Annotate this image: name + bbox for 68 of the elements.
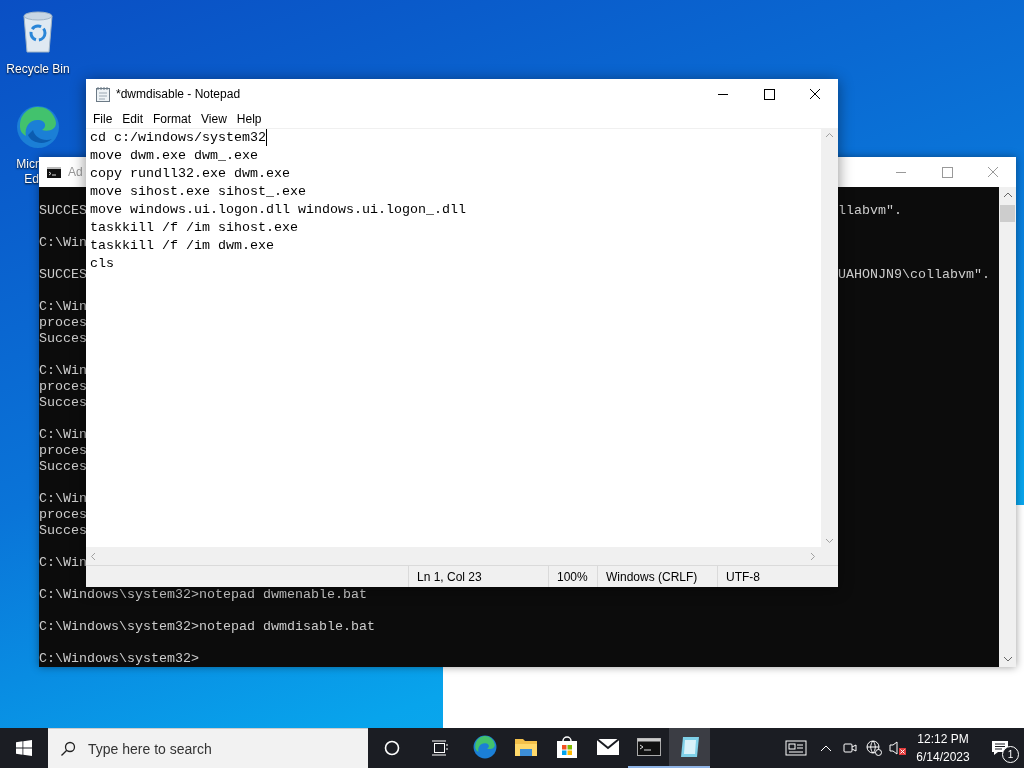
menu-item[interactable]: Edit [117,111,149,126]
code-line: move windows.ui.logon.dll windows.ui.logon_.dll [90,201,466,219]
globe-icon[interactable] [866,740,882,756]
speaker-muted-icon[interactable] [889,740,907,756]
news-icon[interactable] [785,740,807,756]
search-field[interactable]: Type here to search [48,728,368,768]
chevron-up-icon[interactable] [820,744,832,752]
code-line: cd c:/windows/system32 [90,129,266,147]
code-line: move dwm.exe dwm_.exe [90,147,258,165]
scroll-thumb[interactable] [1000,205,1015,222]
console-line: Succes [39,395,87,411]
status-text: UTF-8 [717,566,837,587]
window-title: *dwmdisable - Notepad [116,87,241,101]
console-line: SUCCES [39,267,87,283]
task-view-icon[interactable] [431,740,449,756]
browser-icon[interactable] [16,105,60,149]
console-line: C:\Win [39,235,87,251]
scrollbar[interactable] [999,187,1016,667]
console-line: UAHONJN9\collabvm". [838,267,990,283]
console-line: Succes [39,459,87,475]
notepad-icon [678,736,701,758]
console-line: C:\Windows\system32> [39,651,199,667]
menu-item[interactable]: View [196,111,232,126]
console-line: C:\Win [39,299,87,315]
console-line: proces [39,379,87,395]
envelope-icon [595,738,620,756]
console-line: C:\Win [39,555,87,571]
circle-icon[interactable] [384,740,400,756]
console-line: proces [39,443,87,459]
console-line: Succes [39,523,87,539]
folder-icon [513,737,538,757]
shopping-bag-icon [555,735,578,759]
camera-icon[interactable] [843,740,857,756]
taskbar-button[interactable] [669,728,710,768]
clock-time[interactable]: 12:12 PM [917,730,969,748]
console-line: Succes [39,331,87,347]
console-line: C:\Windows\system32>notepad dwmenable.bat [39,587,367,603]
console-line: C:\Win [39,427,87,443]
search-icon [60,740,76,757]
console-line: C:\Win [39,363,87,379]
terminal-icon [47,166,61,178]
menu-item[interactable]: Help [231,111,267,126]
console-line: llabvm". [838,203,902,219]
console-line: C:\Win [39,491,87,507]
icon-label: Micr [16,157,39,172]
clock-date[interactable]: 6/14/2023 [916,748,970,766]
status-text: Windows (CRLF) [597,566,717,587]
status-text: Ln 1, Col 23 [408,566,548,587]
code-line: taskkill /f /im dwm.exe [90,237,274,255]
code-line: cls [90,255,114,273]
notepad-icon [95,86,111,102]
window-title: Ad [68,165,83,179]
terminal-icon [636,738,661,756]
icon-label: Recycle Bin [6,62,70,77]
menu-item[interactable]: File [88,111,118,126]
console-line: C:\Windows\system32>notepad dwmdisable.bat [39,619,375,635]
icon-label: Ed [24,172,39,187]
code-line: move sihost.exe sihost_.exe [90,183,306,201]
start-button[interactable] [16,740,32,756]
console-line: SUCCES [39,203,87,219]
browser-icon [472,735,497,759]
console-line: proces [39,315,87,331]
console-line: proces [39,507,87,523]
menu-item[interactable]: Format [148,111,197,126]
code-line: copy rundll32.exe dwm.exe [90,165,290,183]
code-line: taskkill /f /im sihost.exe [90,219,298,237]
notification-badge: 1 [1002,746,1019,763]
status-text: 100% [548,566,597,587]
